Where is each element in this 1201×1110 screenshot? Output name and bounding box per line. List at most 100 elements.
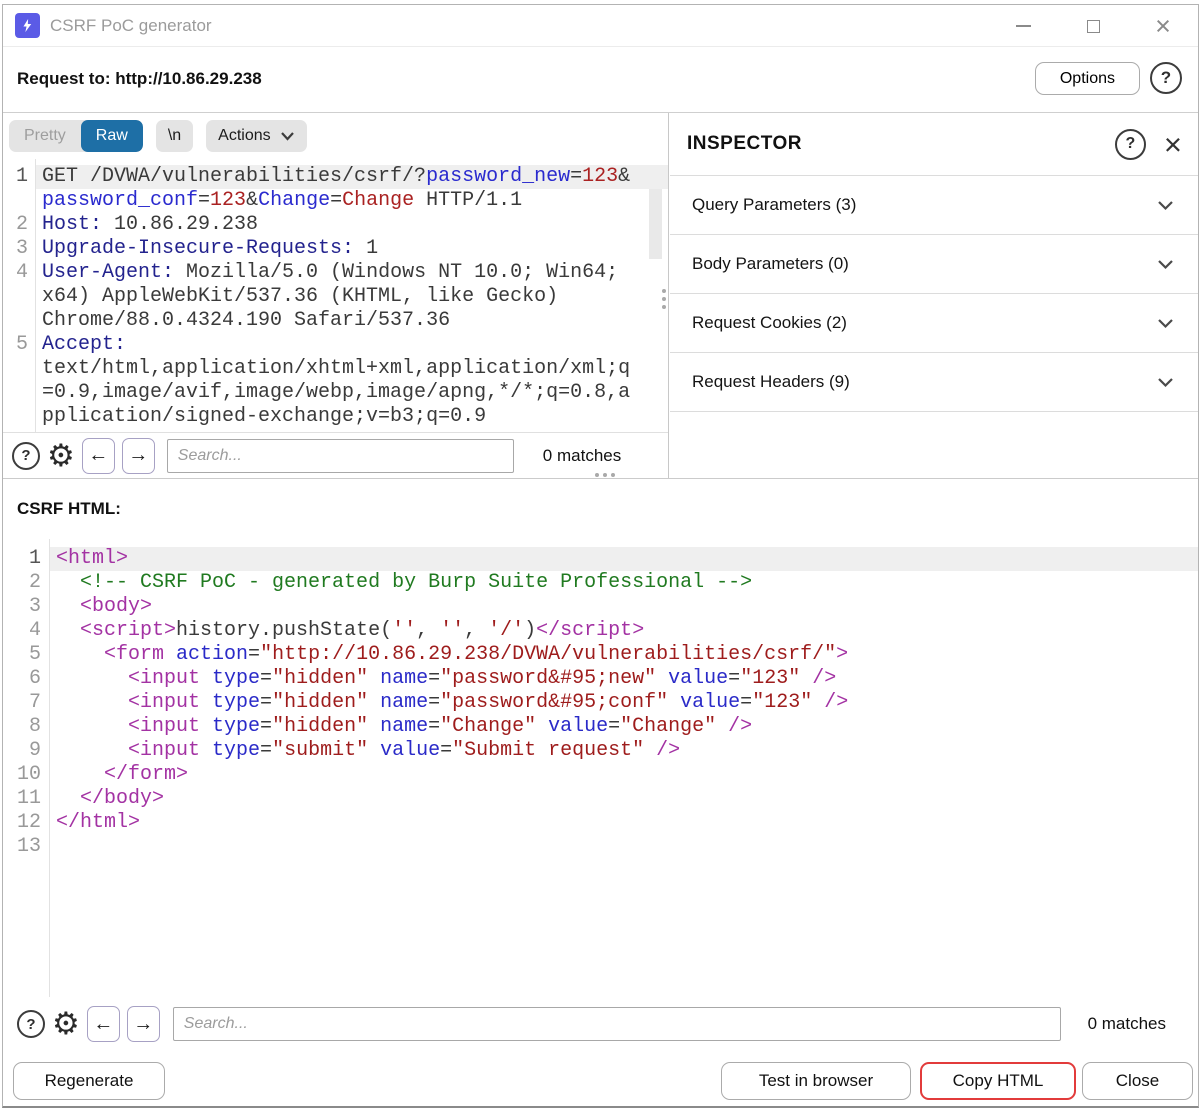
line-number: 5	[3, 643, 49, 667]
inspector-icons: ? ×	[1115, 129, 1182, 160]
code-text: <input type="submit" value="Submit reque…	[49, 739, 1198, 763]
request-to-label: Request to: http://10.86.29.238	[17, 69, 262, 89]
inspector-section-body-parameters[interactable]: Body Parameters (0)	[670, 235, 1198, 294]
line-number: 11	[3, 787, 49, 811]
line-number: 4	[3, 261, 35, 285]
regenerate-button[interactable]: Regenerate	[13, 1062, 165, 1100]
copy-html-button[interactable]: Copy HTML	[920, 1062, 1076, 1100]
code-text	[49, 835, 1198, 859]
line-number: 5	[3, 333, 35, 357]
code-row: 2 <!-- CSRF PoC - generated by Burp Suit…	[3, 571, 1198, 595]
code-row: 6 <input type="hidden" name="password&#9…	[3, 667, 1198, 691]
newline-toggle-button[interactable]: \n	[156, 120, 193, 152]
request-editor-pane: Pretty Raw \n Actions 1GET /DVWA/vulnera…	[3, 113, 669, 478]
inspector-close-icon[interactable]: ×	[1164, 129, 1182, 160]
request-search-matches: 0 matches	[543, 446, 621, 466]
burp-lightning-icon	[15, 13, 40, 38]
line-number: 6	[3, 667, 49, 691]
code-text: <input type="hidden" name="password&#95;…	[49, 667, 1198, 691]
code-text: x64) AppleWebKit/537.36 (KHTML, like Gec…	[35, 285, 668, 309]
code-row: 12</html>	[3, 811, 1198, 835]
search-help-icon[interactable]: ?	[12, 442, 40, 470]
csrf-html-label: CSRF HTML:	[17, 479, 121, 539]
test-in-browser-button[interactable]: Test in browser	[721, 1062, 911, 1100]
chevron-down-icon	[1157, 200, 1174, 211]
search-prev-button[interactable]: ←	[87, 1006, 120, 1042]
inspector-help-icon[interactable]: ?	[1115, 129, 1146, 160]
actions-dropdown-button[interactable]: Actions	[206, 120, 306, 152]
line-number: 1	[3, 547, 49, 571]
request-search-input[interactable]	[167, 439, 514, 473]
line-number	[3, 285, 35, 309]
section-label: Request Cookies (2)	[692, 313, 847, 333]
tab-pretty[interactable]: Pretty	[9, 120, 81, 152]
code-text: GET /DVWA/vulnerabilities/csrf/?password…	[35, 165, 668, 189]
maximize-button[interactable]	[1058, 5, 1128, 47]
search-settings-gear-icon[interactable]: ⚙	[47, 442, 75, 470]
html-search-input[interactable]	[173, 1007, 1061, 1041]
code-text: Upgrade-Insecure-Requests: 1	[35, 237, 668, 261]
window-controls: ×	[988, 5, 1198, 47]
inspector-section-request-cookies[interactable]: Request Cookies (2)	[670, 294, 1198, 353]
line-number: 2	[3, 571, 49, 595]
code-text: <form action="http://10.86.29.238/DVWA/v…	[49, 643, 1198, 667]
code-row: 7 <input type="hidden" name="password&#9…	[3, 691, 1198, 715]
csrf-poc-generator-dialog: CSRF PoC generator × Request to: http://…	[2, 4, 1199, 1108]
search-help-icon[interactable]: ?	[17, 1010, 45, 1038]
options-button[interactable]: Options	[1035, 62, 1140, 95]
inspector-section-query-parameters[interactable]: Query Parameters (3)	[670, 176, 1198, 235]
tab-raw[interactable]: Raw	[81, 120, 143, 152]
line-number: 9	[3, 739, 49, 763]
search-next-button[interactable]: →	[127, 1006, 160, 1042]
code-text: <input type="hidden" name="Change" value…	[49, 715, 1198, 739]
minimize-button[interactable]	[988, 5, 1058, 47]
code-text: <script>history.pushState('', '', '/')</…	[49, 619, 1198, 643]
html-search-matches: 0 matches	[1088, 1014, 1166, 1034]
line-number: 8	[3, 715, 49, 739]
title-bar: CSRF PoC generator ×	[3, 5, 1198, 47]
vertical-splitter-handle[interactable]	[662, 289, 666, 309]
close-button[interactable]: Close	[1082, 1062, 1193, 1100]
code-row: 2Host: 10.86.29.238	[3, 213, 668, 237]
code-text: text/html,application/xhtml+xml,applicat…	[35, 357, 668, 381]
code-text: <input type="hidden" name="password&#95;…	[49, 691, 1198, 715]
search-prev-button[interactable]: ←	[82, 438, 115, 474]
code-row: 4User-Agent: Mozilla/5.0 (Windows NT 10.…	[3, 261, 668, 285]
code-row: 5 <form action="http://10.86.29.238/DVWA…	[3, 643, 1198, 667]
line-number: 4	[3, 619, 49, 643]
request-code-editor[interactable]: 1GET /DVWA/vulnerabilities/csrf/?passwor…	[3, 159, 668, 433]
code-text: Chrome/88.0.4324.190 Safari/537.36	[35, 309, 668, 333]
search-next-button[interactable]: →	[122, 438, 155, 474]
code-text: =0.9,image/avif,image/webp,image/apng,*/…	[35, 381, 668, 405]
inspector-header: INSPECTOR ? ×	[670, 113, 1198, 176]
chevron-down-icon	[1157, 377, 1174, 388]
code-row: 9 <input type="submit" value="Submit req…	[3, 739, 1198, 763]
chevron-down-icon	[1157, 259, 1174, 270]
code-row: 1<html>	[3, 547, 1198, 571]
section-label: Request Headers (9)	[692, 372, 850, 392]
close-icon: ×	[1155, 13, 1171, 40]
code-text: <body>	[49, 595, 1198, 619]
code-row: 3 <body>	[3, 595, 1198, 619]
line-number: 13	[3, 835, 49, 859]
code-row: password_conf=123&Change=Change HTTP/1.1	[3, 189, 668, 213]
line-number	[3, 189, 35, 213]
horizontal-splitter-handle[interactable]	[595, 473, 615, 477]
line-number	[3, 381, 35, 405]
close-window-button[interactable]: ×	[1128, 5, 1198, 47]
code-text: </html>	[49, 811, 1198, 835]
pretty-raw-segment: Pretty Raw	[9, 120, 143, 152]
code-text: <html>	[49, 547, 1198, 571]
code-text: pplication/signed-exchange;v=b3;q=0.9	[35, 405, 668, 429]
code-row: x64) AppleWebKit/537.36 (KHTML, like Gec…	[3, 285, 668, 309]
maximize-icon	[1087, 20, 1100, 33]
inspector-section-request-headers[interactable]: Request Headers (9)	[670, 353, 1198, 412]
minimize-icon	[1016, 25, 1031, 27]
help-icon[interactable]: ?	[1150, 62, 1182, 94]
request-editor-scrollbar[interactable]	[649, 189, 662, 259]
editor-tabs: Pretty Raw \n Actions	[3, 113, 668, 159]
search-settings-gear-icon[interactable]: ⚙	[52, 1010, 80, 1038]
inspector-panel: INSPECTOR ? × Query Parameters (3) Body …	[670, 113, 1198, 478]
csrf-html-code-editor[interactable]: 1<html>2 <!-- CSRF PoC - generated by Bu…	[3, 539, 1198, 997]
footer-bar: Regenerate Test in browser Copy HTML Clo…	[3, 1051, 1198, 1107]
